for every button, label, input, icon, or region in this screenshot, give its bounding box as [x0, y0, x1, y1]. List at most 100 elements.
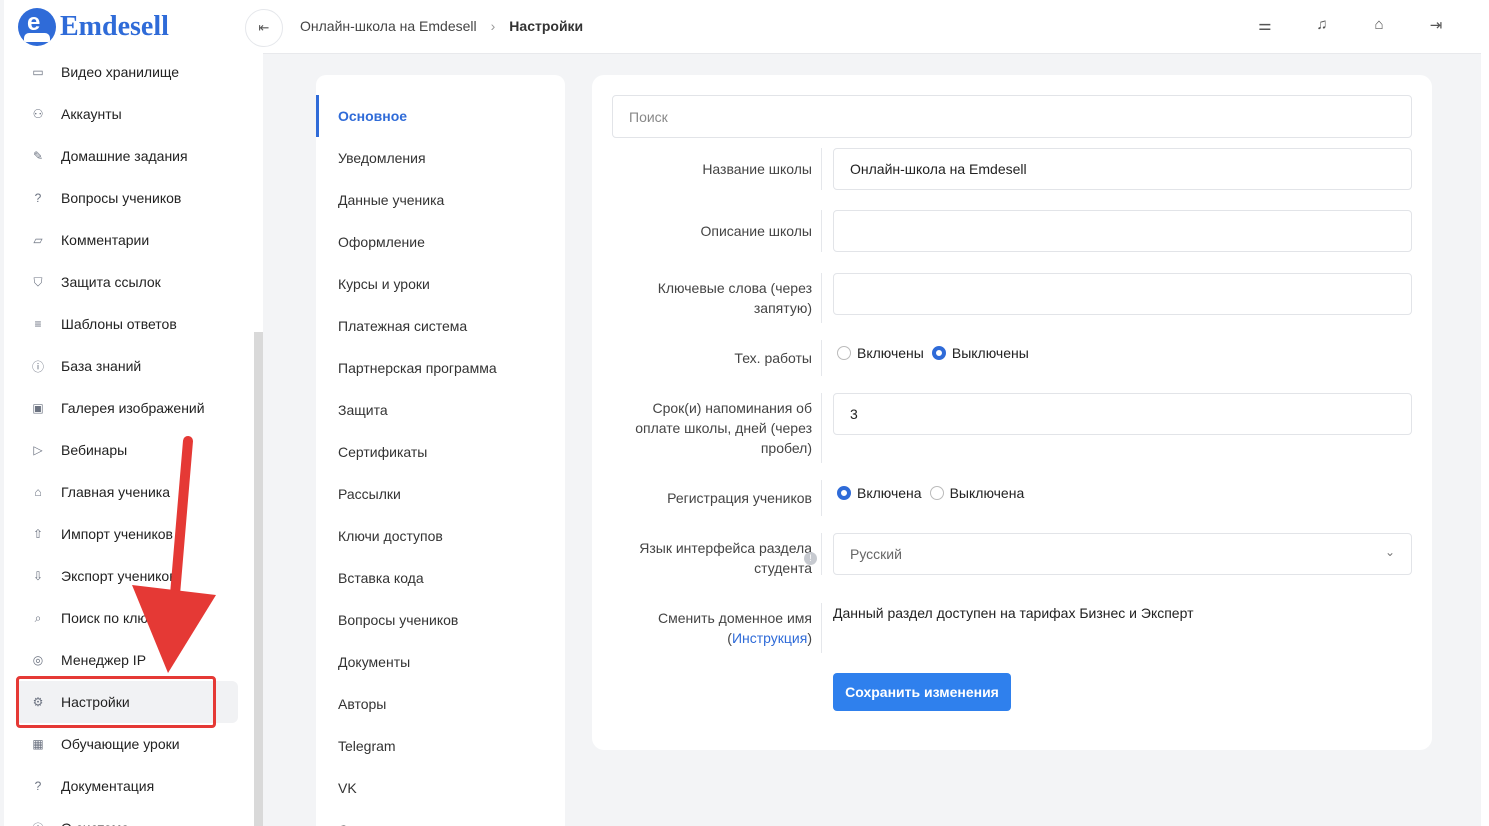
- logout-icon[interactable]: ⇥: [1425, 16, 1447, 38]
- breadcrumb: Онлайн-школа на Emdesell › Настройки: [300, 18, 583, 34]
- info-icon: ⓘ: [31, 359, 44, 374]
- save-button[interactable]: Сохранить изменения: [833, 673, 1011, 711]
- radio-unchecked-icon: [837, 346, 851, 360]
- search-input[interactable]: Поиск: [612, 95, 1412, 138]
- settings-menu-item[interactable]: Сертификаты: [316, 431, 565, 473]
- settings-menu-item[interactable]: Уведомления: [316, 137, 565, 179]
- brand-logo[interactable]: e Emdesell: [18, 8, 169, 46]
- sidebar-item[interactable]: ⓘ База знаний: [4, 345, 244, 387]
- settings-menu-item[interactable]: VK: [316, 767, 565, 809]
- help-icon: ?: [34, 779, 42, 793]
- maintenance-on-radio[interactable]: Включены: [837, 345, 924, 361]
- sidebar-scrollbar[interactable]: [254, 332, 263, 826]
- bell-icon[interactable]: ♫: [1311, 16, 1333, 38]
- maintenance-radio-group: Включены Выключены: [837, 345, 1037, 361]
- search-icon: ⌕: [34, 610, 42, 625]
- language-select[interactable]: Русский ⌄: [833, 533, 1412, 575]
- users-icon: ⚇: [32, 107, 44, 121]
- sidebar-item-label: Аккаунты: [61, 106, 122, 122]
- settings-menu-item[interactable]: Основное: [316, 95, 565, 137]
- window-edge: [1481, 0, 1489, 826]
- pencil-icon: ✎: [32, 149, 44, 163]
- sidebar-item[interactable]: ⚇ Аккаунты: [4, 93, 244, 135]
- sidebar-item-label: Комментарии: [61, 232, 150, 248]
- sidebar-item[interactable]: ▱ Комментарии: [4, 219, 244, 261]
- logo-icon: e: [18, 8, 56, 46]
- sidebar-item-label: Защита ссылок: [61, 274, 161, 290]
- sidebar-item[interactable]: ⛉ Защита ссылок: [4, 261, 244, 303]
- sidebar-item-label: Домашние задания: [61, 148, 188, 164]
- sidebar-item[interactable]: ≡ Шаблоны ответов: [4, 303, 244, 345]
- reminder-days-field[interactable]: 3: [833, 393, 1412, 435]
- info-icon[interactable]: !: [804, 552, 817, 565]
- sidebar-item-label: О системе: [61, 820, 129, 826]
- sidebar-item-label: Шаблоны ответов: [61, 316, 177, 332]
- settings-menu-item[interactable]: Остальное: [316, 809, 565, 826]
- keywords-label: Ключевые слова (через запятую): [657, 280, 812, 316]
- registration-on-radio[interactable]: Включена: [837, 485, 922, 501]
- settings-menu-item[interactable]: Telegram: [316, 725, 565, 767]
- sidebar-item-label: Документация: [61, 778, 155, 794]
- breadcrumb-current: Настройки: [509, 18, 584, 34]
- settings-menu-item[interactable]: Авторы: [316, 683, 565, 725]
- play-icon: ▷: [33, 443, 43, 457]
- sidebar-item-label: База знаний: [61, 358, 142, 374]
- chevron-down-icon: ⌄: [1384, 545, 1395, 559]
- upload-icon: ⇧: [32, 527, 44, 541]
- topbar-actions: ⚌ ♫ ⌂ ⇥: [1219, 16, 1447, 38]
- collapse-sidebar-button[interactable]: ⇤: [245, 9, 283, 47]
- settings-menu-item[interactable]: Вопросы учеников: [316, 599, 565, 641]
- domain-label: Сменить доменное имя (Инструкция): [658, 610, 812, 646]
- breadcrumb-root[interactable]: Онлайн-школа на Emdesell: [300, 18, 477, 34]
- sidebar-item-label: Вебинары: [61, 442, 128, 458]
- language-label: Язык интерфейса раздела студента: [639, 540, 812, 576]
- film-icon: ▦: [32, 737, 44, 751]
- settings-menu-item[interactable]: Партнерская программа: [316, 347, 565, 389]
- school-desc-label: Описание школы: [700, 223, 812, 239]
- settings-menu-item[interactable]: Ключи доступов: [316, 515, 565, 557]
- instruction-link[interactable]: Инструкция: [732, 630, 807, 646]
- sliders-icon[interactable]: ⚌: [1254, 16, 1276, 38]
- settings-menu-item[interactable]: Курсы и уроки: [316, 263, 565, 305]
- sidebar-item[interactable]: ? Вопросы учеников: [4, 177, 244, 219]
- sidebar-item[interactable]: ✎ Домашние задания: [4, 135, 244, 177]
- radio-unchecked-icon: [929, 486, 944, 500]
- settings-menu-item[interactable]: Данные ученика: [316, 179, 565, 221]
- registration-off-radio[interactable]: Выключена: [929, 485, 1024, 501]
- shield-icon: ⛉: [33, 274, 43, 289]
- sidebar-item[interactable]: ▭ Видео хранилище: [4, 51, 244, 93]
- sidebar-item[interactable]: ? Документация: [4, 765, 244, 807]
- keywords-field[interactable]: [833, 273, 1412, 315]
- settings-menu-item[interactable]: Платежная система: [316, 305, 565, 347]
- sidebar-item-label: Вопросы учеников: [61, 190, 182, 206]
- maintenance-off-radio[interactable]: Выключены: [931, 345, 1029, 361]
- image-icon: ▣: [32, 401, 44, 415]
- radio-checked-icon: [837, 486, 851, 500]
- settings-menu-item[interactable]: Документы: [316, 641, 565, 683]
- home-icon: ⌂: [34, 485, 42, 499]
- sidebar-item-label: Видео хранилище: [61, 64, 180, 80]
- video-icon: ▭: [32, 65, 44, 79]
- sidebar-item[interactable]: ▦ Обучающие уроки: [4, 723, 244, 765]
- settings-menu-item[interactable]: Оформление: [316, 221, 565, 263]
- breadcrumb-separator-icon: ›: [490, 18, 496, 34]
- collapse-icon: ⇤: [258, 20, 270, 35]
- question-icon: ?: [34, 191, 42, 205]
- school-name-field[interactable]: Онлайн-школа на Emdesell: [833, 148, 1412, 190]
- radio-checked-icon: [931, 346, 946, 360]
- settings-menu-item[interactable]: Защита: [316, 389, 565, 431]
- home-settings-icon[interactable]: ⌂: [1368, 16, 1390, 38]
- sidebar-item-label: Обучающие уроки: [61, 736, 180, 752]
- registration-label: Регистрация учеников: [667, 490, 812, 506]
- school-desc-field[interactable]: [833, 210, 1412, 252]
- comment-icon: ▱: [33, 233, 43, 247]
- settings-menu-item[interactable]: Вставка кода: [316, 557, 565, 599]
- list-icon: ≡: [34, 317, 42, 331]
- about-icon: ⓘ: [30, 820, 46, 826]
- annotation-highlight-box: [16, 676, 216, 728]
- sidebar-item[interactable]: ⓘ О системе: [4, 807, 244, 826]
- school-name-label: Название школы: [702, 161, 812, 177]
- settings-menu-item[interactable]: Рассылки: [316, 473, 565, 515]
- maintenance-label: Тех. работы: [734, 350, 812, 366]
- sidebar-item[interactable]: ▣ Галерея изображений: [4, 387, 244, 429]
